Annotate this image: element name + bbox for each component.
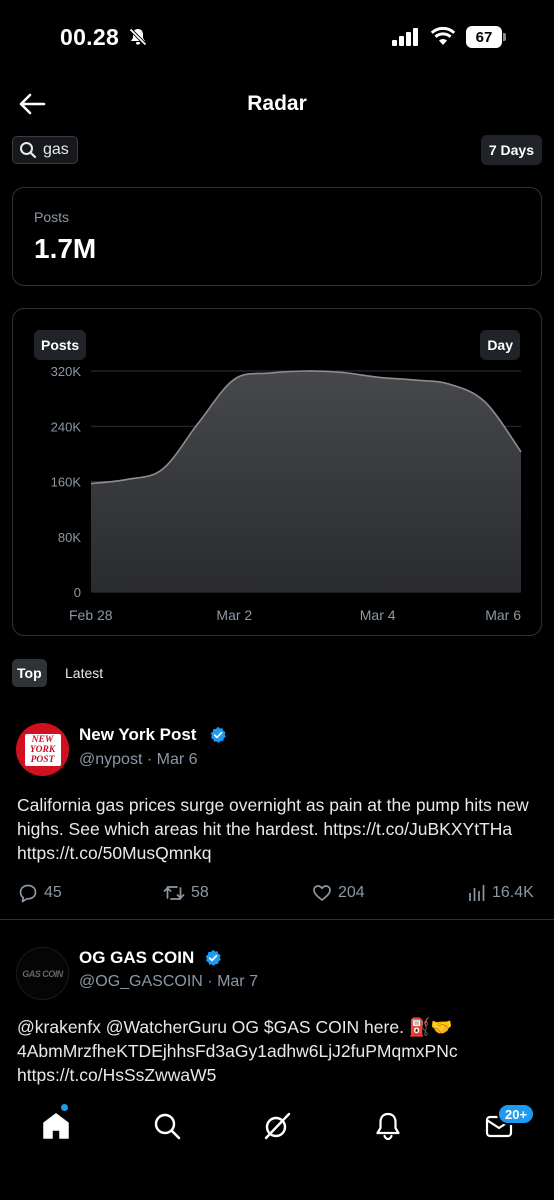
status-bar: 00.28 67 — [0, 0, 554, 76]
posts-count-label: Posts — [34, 209, 70, 225]
post-date[interactable]: Mar 6 — [157, 751, 198, 768]
post-meta: @OG_GASCOIN · Mar 7 — [79, 973, 258, 990]
reply-icon — [19, 884, 37, 903]
home-notification-dot — [61, 1104, 68, 1111]
data-point — [304, 369, 308, 373]
data-point — [340, 370, 344, 374]
reply-count: 45 — [44, 884, 62, 901]
post-actions: 45 58 204 16.4K — [0, 883, 554, 907]
author-name[interactable]: New York Post — [79, 725, 196, 745]
y-tick-label: 80K — [58, 530, 81, 545]
messages-badge: 20+ — [497, 1103, 536, 1125]
y-tick-label: 160K — [51, 475, 82, 490]
author-name[interactable]: OG GAS COIN — [79, 948, 194, 968]
like-button[interactable]: 204 — [312, 883, 365, 903]
gascoin-logo: GAS COIN — [22, 968, 63, 979]
x-tick-label: Mar 6 — [485, 607, 521, 623]
home-icon[interactable] — [41, 1111, 71, 1141]
post-card[interactable]: GAS COIN OG GAS COIN @OG_GASCOIN · Mar 7… — [0, 944, 554, 1094]
data-point — [376, 375, 380, 379]
reply-button[interactable]: 45 — [18, 883, 62, 903]
author-handle[interactable]: @nypost — [79, 751, 142, 768]
x-tick-label: Mar 2 — [216, 607, 252, 623]
repost-button[interactable]: 58 — [163, 883, 209, 903]
chart-interval-button[interactable]: Day — [480, 330, 520, 360]
views-button[interactable]: 16.4K — [468, 883, 534, 903]
data-point — [125, 477, 129, 481]
status-time: 00.28 — [60, 24, 120, 50]
data-point — [447, 382, 451, 386]
nypost-logo: NEW YORK POST — [24, 733, 61, 766]
repost-icon — [163, 886, 185, 900]
avatar[interactable]: NEW YORK POST — [16, 723, 69, 776]
post-date[interactable]: Mar 7 — [217, 973, 258, 990]
search-icon — [20, 142, 37, 159]
repost-count: 58 — [191, 884, 209, 901]
posts-area-chart: 0 80K 160K 240K 320K Feb 28 Mar 2 Mar 4 Mar 6 — [51, 364, 523, 623]
series-area — [91, 370, 521, 592]
heart-icon — [313, 885, 331, 901]
search-query-chip[interactable]: gas — [12, 136, 78, 164]
search-query-text: gas — [43, 141, 69, 158]
data-point — [483, 400, 487, 404]
posts-chart-card: 0 80K 160K 240K 320K Feb 28 Mar 2 Mar 4 Mar 6 Po… — [12, 308, 542, 636]
battery-indicator: 67 — [466, 26, 506, 48]
data-point — [268, 371, 272, 375]
verified-badge-icon — [210, 726, 226, 743]
posts-count-value: 1.7M — [34, 233, 97, 264]
bell-off-icon — [129, 28, 147, 46]
chart-metric-button[interactable]: Posts — [34, 330, 87, 360]
y-tick-label: 240K — [51, 419, 82, 434]
y-tick-label: 320K — [51, 364, 82, 379]
post-text: @krakenfx @WatcherGuru OG $GAS COIN here… — [17, 1017, 458, 1085]
search-icon[interactable] — [152, 1111, 182, 1141]
notifications-bell-icon[interactable] — [373, 1111, 403, 1141]
data-point — [232, 377, 236, 381]
data-point — [197, 421, 201, 425]
divider — [0, 919, 554, 920]
data-point — [89, 482, 93, 486]
grok-icon[interactable] — [262, 1111, 292, 1141]
post-text: California gas prices surge overnight as… — [17, 795, 529, 863]
page-title: Radar — [247, 92, 307, 115]
tab-latest[interactable]: Latest — [60, 659, 108, 687]
cellular-signal-icon — [392, 28, 418, 46]
y-tick-label: 0 — [74, 585, 81, 600]
data-point — [519, 450, 523, 454]
like-count: 204 — [338, 884, 365, 901]
author-handle[interactable]: @OG_GASCOIN — [79, 973, 203, 990]
views-count: 16.4K — [492, 884, 534, 901]
data-point — [412, 378, 416, 382]
x-tick-label: Feb 28 — [69, 607, 113, 623]
x-tick-label: Mar 4 — [360, 607, 396, 623]
post-card[interactable]: NEW YORK POST New York Post @nypost · Ma… — [0, 720, 554, 920]
time-range-button[interactable]: 7 Days — [480, 135, 542, 165]
posts-count-card: Posts 1.7M — [12, 187, 542, 286]
verified-badge-icon — [205, 949, 221, 966]
battery-level: 67 — [475, 28, 493, 46]
tab-top[interactable]: Top — [12, 659, 47, 687]
post-meta: @nypost · Mar 6 — [79, 751, 198, 768]
avatar[interactable]: GAS COIN — [16, 947, 69, 1000]
data-point — [161, 467, 165, 471]
wifi-icon — [430, 26, 456, 45]
views-chart-icon — [469, 885, 485, 901]
bottom-navigation — [0, 1095, 554, 1200]
